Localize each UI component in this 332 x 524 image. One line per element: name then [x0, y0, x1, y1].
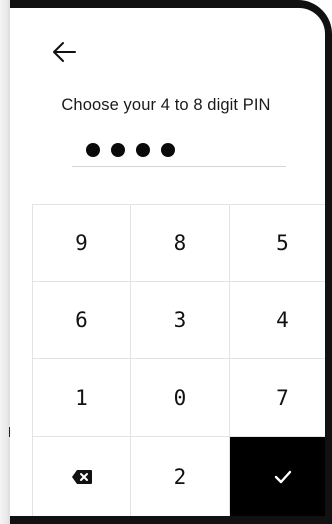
key-row3-col1[interactable]: 1: [33, 359, 131, 437]
pin-dots: [86, 143, 175, 157]
key-row3-col3[interactable]: 7: [230, 359, 325, 437]
submit-button[interactable]: [230, 437, 325, 516]
page-title: Choose your 4 to 8 digit PIN: [61, 96, 271, 114]
key-row2-col1[interactable]: 6: [33, 282, 131, 359]
backspace-icon: [71, 469, 92, 484]
key-row1-col1[interactable]: 9: [33, 205, 131, 282]
pin-dot: [161, 143, 175, 157]
numeric-keypad: 9 8 5 6 3 4 1 0 7 2: [32, 204, 325, 516]
key-row3-col2[interactable]: 0: [131, 359, 230, 437]
pin-dot: [136, 143, 150, 157]
pin-input[interactable]: [72, 136, 286, 167]
key-row4-col2[interactable]: 2: [131, 437, 230, 516]
key-row1-col2[interactable]: 8: [131, 205, 230, 282]
pin-dot: [111, 143, 125, 157]
pin-dot: [86, 143, 100, 157]
back-button[interactable]: [50, 38, 78, 66]
key-row1-col3[interactable]: 5: [230, 205, 325, 282]
checkmark-icon: [274, 470, 291, 483]
device-edge: [0, 0, 10, 524]
backspace-button[interactable]: [33, 437, 131, 516]
arrow-left-icon: [53, 42, 76, 62]
key-row2-col2[interactable]: 3: [131, 282, 230, 359]
key-row2-col3[interactable]: 4: [230, 282, 325, 359]
pin-setup-screen: Choose your 4 to 8 digit PIN 9 8 5 6 3 4…: [10, 8, 325, 516]
